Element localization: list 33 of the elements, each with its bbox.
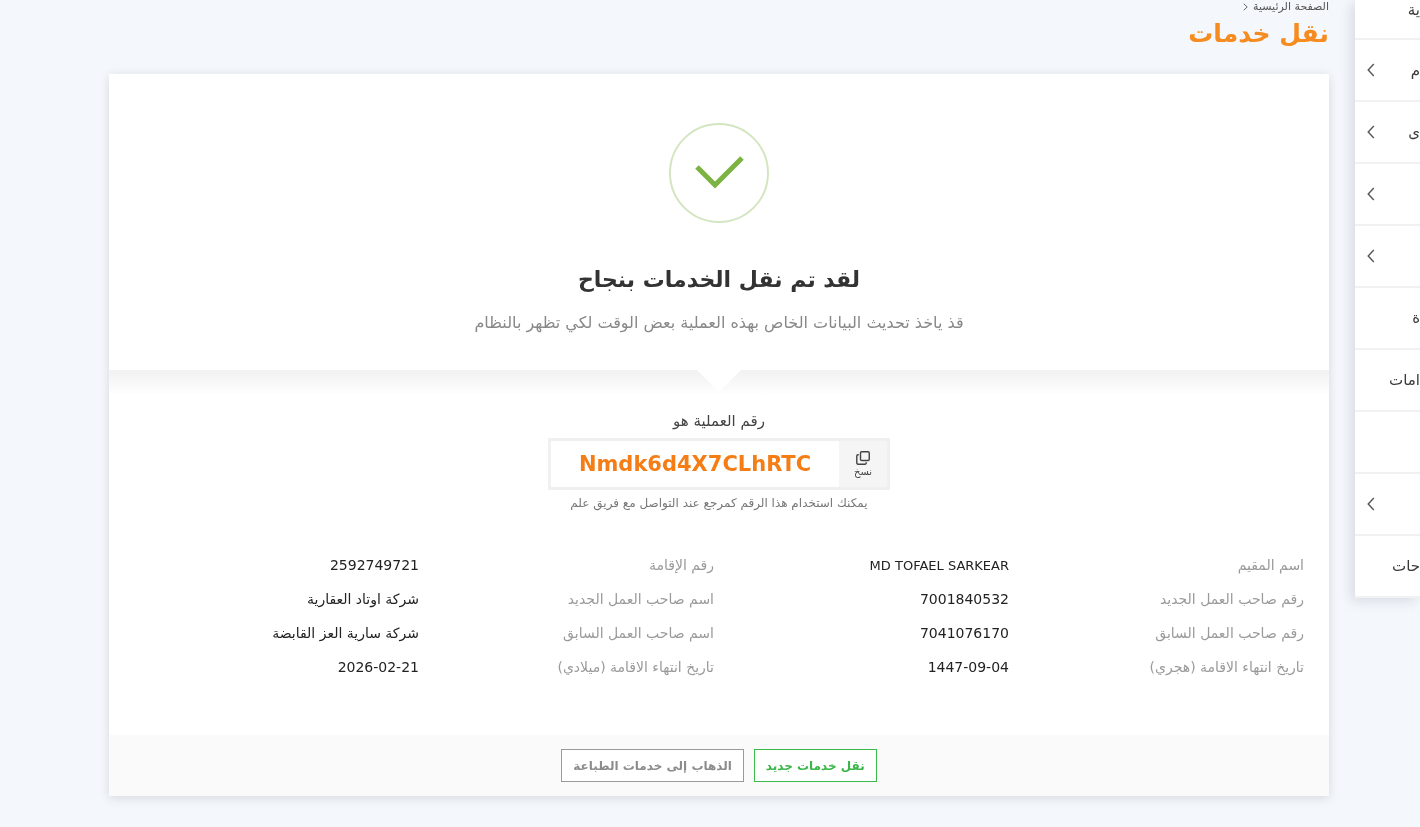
field-value: شركة اوتاد العقارية	[307, 590, 419, 607]
transaction-code: Nmdk6d4X7CLhRTC	[578, 452, 812, 476]
field-value: 2026-02-21	[337, 658, 419, 675]
sidebar-item[interactable]: حات	[1355, 536, 1420, 598]
transaction-hint: يمكنك استخدام هذا الرقم كمرجع عند التواصل مع فريق علم	[570, 495, 868, 511]
success-title: لقد تم نقل الخدمات بنجاح	[577, 266, 861, 294]
field-value: 1447-09-04	[927, 658, 1009, 675]
check-circle-icon	[669, 123, 769, 223]
field-value: شركة سارية العز القابضة	[272, 624, 419, 641]
chevron-icon	[1243, 2, 1249, 11]
sidebar-item[interactable]: ى	[1355, 102, 1420, 164]
field-label: تاريخ انتهاء الاقامة (ميلادي)	[557, 658, 714, 675]
field-label: رقم صاحب العمل السابق	[1155, 624, 1304, 641]
field-label: اسم المقيم	[1237, 556, 1304, 573]
field-label: رقم الإقامة	[648, 556, 714, 573]
copy-icon	[856, 450, 870, 465]
page-title: نقل خدمات	[1187, 18, 1329, 50]
field-label: رقم صاحب العمل الجديد	[1159, 590, 1304, 607]
copy-button[interactable]: نسخ	[839, 441, 887, 487]
success-message: قذ ياخذ تحديث البيانات الخاص بهذه العملية بعض الوقت لكي تظهر بالنظام	[474, 312, 964, 334]
field-label: اسم صاحب العمل السابق	[563, 624, 714, 641]
sidebar-item[interactable]: امات	[1355, 350, 1420, 412]
breadcrumb-link[interactable]: الصفحة الرئيسية	[1253, 0, 1329, 13]
field-label: تاريخ انتهاء الاقامة (هجري)	[1149, 658, 1304, 675]
sidebar-item[interactable]: ة	[1355, 288, 1420, 350]
field-value: MD TOFAEL SARKEAR	[869, 557, 1009, 573]
field-label: اسم صاحب العمل الجديد	[567, 590, 714, 607]
transaction-label: رقم العملية هو	[673, 411, 765, 432]
field-value: 7041076170	[919, 624, 1009, 641]
field-value: 7001840532	[919, 590, 1009, 607]
sidebar-item[interactable]: ية	[1355, 0, 1420, 40]
field-value: 2592749721	[329, 556, 419, 573]
sidebar-item[interactable]: م	[1355, 40, 1420, 102]
